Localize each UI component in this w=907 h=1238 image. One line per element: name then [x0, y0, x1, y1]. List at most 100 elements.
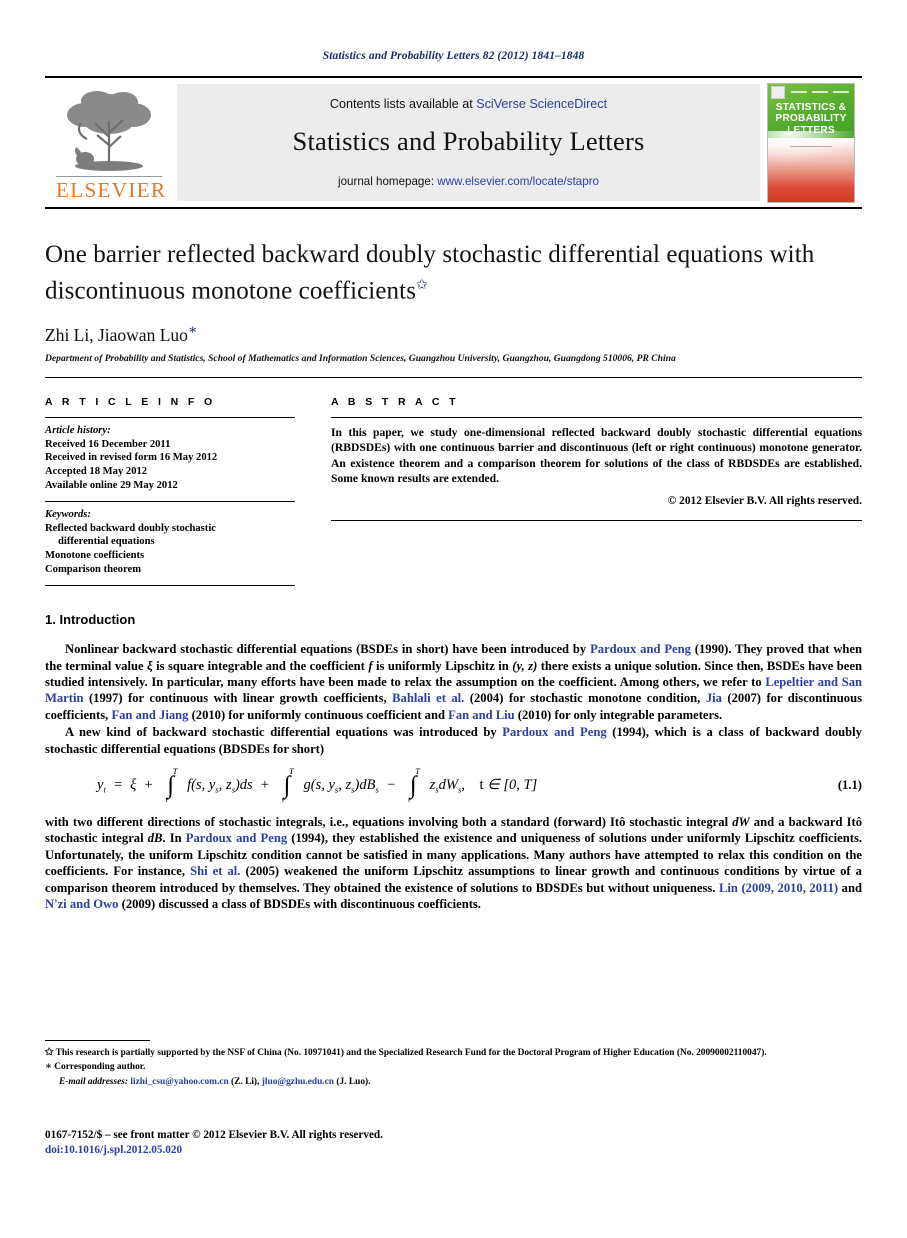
citation-pardoux-peng-1994[interactable]: Pardoux and Peng [502, 725, 606, 739]
corresponding-author-marker[interactable]: ∗ [188, 323, 198, 338]
symbol-yz: (y, z) [512, 658, 538, 673]
footnote-corr-marker: ∗ [45, 1061, 52, 1073]
paragraph-2: A new kind of backward stochastic differ… [45, 724, 862, 757]
elsevier-tree-icon [57, 87, 161, 175]
footnote-star-marker: ✩ [45, 1047, 54, 1058]
abstract-rule-bottom [331, 519, 862, 521]
symbol-dW: dW [732, 814, 750, 829]
footnote-rule [45, 1040, 150, 1041]
history-label: Article history: [45, 425, 111, 437]
p1-text-a: Nonlinear backward stochastic differenti… [65, 642, 591, 657]
running-head: Statistics and Probability Letters 82 (2… [322, 50, 585, 62]
citation-bahlali-2004[interactable]: Bahlali et al. [392, 691, 464, 705]
email-label: E-mail addresses: [59, 1076, 129, 1087]
footnotes-area: ✩ This research is partially supported b… [45, 1040, 862, 1090]
title-block: One barrier reflected backward doubly st… [45, 239, 862, 364]
citation-jia-2007[interactable]: Jia [706, 691, 722, 705]
cover-title-line1: STATISTICS & [775, 101, 847, 113]
citation-lin-years[interactable]: (2009, 2010, 2011) [738, 881, 838, 895]
keyword-item: Comparison theorem [45, 563, 142, 575]
p3-text-a: with two different directions of stochas… [45, 814, 733, 829]
article-info-heading: A R T I C L E I N F O [45, 396, 216, 409]
issn-doi-block: 0167-7152/$ – see front matter © 2012 El… [45, 1128, 383, 1158]
elsevier-wordmark: ELSEVIER [56, 175, 167, 202]
paragraph-1: Nonlinear backward stochastic differenti… [45, 641, 862, 723]
history-item: Available online 29 May 2012 [45, 479, 178, 491]
paragraph-3: with two different directions of stochas… [45, 814, 862, 912]
title-footnote-marker[interactable]: ✩ [416, 278, 428, 293]
history-item: Accepted 18 May 2012 [45, 465, 148, 477]
abstract-text: In this paper, we study one-dimensional … [331, 426, 862, 485]
elsevier-logo: ELSEVIER [45, 78, 173, 207]
section-heading-introduction: 1. Introduction [45, 612, 136, 628]
email-link-luo[interactable]: jluo@gzhu.edu.cn [262, 1077, 334, 1087]
footnote-funding-text: This research is partially supported by … [55, 1048, 767, 1058]
p1-text-f: (1997) for continuous with linear growth… [83, 691, 393, 706]
p3-text-h: (2009) discussed a class of BDSDEs with … [118, 896, 481, 911]
homepage-prefix: journal homepage: [338, 175, 438, 188]
cover-tiny-text [788, 90, 851, 94]
paper-page: Statistics and Probability Letters 82 (2… [0, 0, 907, 1238]
cover-publisher-mark [771, 85, 785, 99]
affiliation: Department of Probability and Statistics… [45, 353, 676, 365]
history-item: Received in revised form 16 May 2012 [45, 452, 218, 464]
author-names: Zhi Li, Jiaowan Luo [45, 325, 188, 346]
citation-pardoux-peng-1990[interactable]: Pardoux and Peng [590, 642, 691, 656]
footnote-funding: ✩ This research is partially supported b… [45, 1047, 862, 1059]
p2-text-a: A new kind of backward stochastic differ… [65, 725, 503, 740]
keyword-item: Reflected backward doubly stochastic [45, 522, 216, 534]
homepage-line: journal homepage: www.elsevier.com/locat… [338, 175, 599, 188]
citation-lin[interactable]: Lin [719, 881, 738, 895]
article-title-text: One barrier reflected backward doubly st… [45, 241, 815, 305]
info-abstract-area: A R T I C L E I N F O Article history: R… [45, 396, 862, 587]
citation-nzi-owo-2009[interactable]: N'zi and Owo [45, 897, 118, 911]
abstract-column: A B S T R A C T In this paper, we study … [331, 396, 862, 586]
equation-body: yt = ξ + T ∫ t f(s, ys, zs)ds + T ∫ t g(s, y… [97, 765, 538, 804]
equation-number: (1.1) [837, 777, 862, 792]
equation-1-1: yt = ξ + T ∫ t f(s, ys, zs)ds + T ∫ t g(s, y… [45, 765, 862, 804]
integral-sign-2: T ∫ t [281, 765, 294, 804]
journal-masthead: ELSEVIER Contents lists available at Sci… [45, 76, 862, 209]
email2-who: (J. Luo). [334, 1076, 371, 1087]
symbol-dB: dB [147, 831, 163, 846]
integral-sign-3: T ∫ t [408, 765, 420, 804]
homepage-link[interactable]: www.elsevier.com/locate/stapro [437, 175, 599, 188]
introduction-section: 1. Introduction Nonlinear backward stoch… [45, 612, 862, 912]
citation-pardoux-peng-1994-b[interactable]: Pardoux and Peng [186, 831, 287, 845]
citation-fan-liu-2010[interactable]: Fan and Liu [448, 708, 515, 722]
page-title: One barrier reflected backward doubly st… [45, 239, 862, 306]
issn-line: 0167-7152/$ – see front matter © 2012 El… [45, 1129, 383, 1141]
keyword-item: Monotone coefficients [45, 549, 145, 561]
footnote-corresponding: ∗ Corresponding author. [45, 1061, 862, 1073]
integral-sign-1: T ∫ t [165, 765, 178, 804]
cover-title-line2: PROBABILITY [775, 113, 847, 124]
email-link-li[interactable]: lizhi_csu@yahoo.com.cn [130, 1077, 228, 1087]
sciencedirect-link[interactable]: SciVerse ScienceDirect [476, 97, 607, 111]
contents-prefix: Contents lists available at [329, 97, 477, 111]
history-item: Received 16 December 2011 [45, 438, 171, 450]
contents-line: Contents lists available at SciVerse Sci… [330, 97, 607, 111]
keyword-item-cont: differential equations [58, 536, 155, 548]
p1-text-g: (2004) for stochastic monotone condition… [464, 691, 706, 706]
citation-shi-2005[interactable]: Shi et al. [190, 864, 240, 878]
p1-text-j: (2010) for only integrable parameters. [514, 707, 723, 722]
cover-title-line3: LETTERS [787, 124, 835, 136]
footnote-emails: E-mail addresses: lizhi_csu@yahoo.com.cn… [45, 1076, 862, 1088]
journal-cover-cell: STATISTICS & PROBABILITY LETTERS [760, 78, 862, 207]
email1-who: (Z. Li), [228, 1076, 262, 1087]
journal-title: Statistics and Probability Letters [292, 126, 645, 156]
doi-link[interactable]: doi:10.1016/j.spl.2012.05.020 [45, 1143, 383, 1158]
keywords-group: Keywords: Reflected backward doubly stoc… [45, 502, 295, 585]
author-list: Zhi Li, Jiaowan Luo∗ [45, 322, 862, 346]
footnote-corr-text: Corresponding author. [54, 1062, 146, 1073]
journal-banner: Contents lists available at SciVerse Sci… [177, 84, 760, 201]
cover-swoosh [768, 130, 854, 169]
p1-text-c: is square integrable and the coefficient [152, 658, 369, 673]
abstract-heading: A B S T R A C T [331, 396, 459, 409]
p1-text-d: is uniformly Lipschitz in [372, 658, 513, 673]
cover-masthead-strip [771, 85, 851, 99]
p1-text-i: (2010) for uniformly continuous coeffici… [188, 707, 449, 722]
info-rule-bottom [45, 585, 295, 587]
citation-fan-jiang-2010[interactable]: Fan and Jiang [111, 708, 188, 722]
article-info-column: A R T I C L E I N F O Article history: R… [45, 396, 295, 587]
